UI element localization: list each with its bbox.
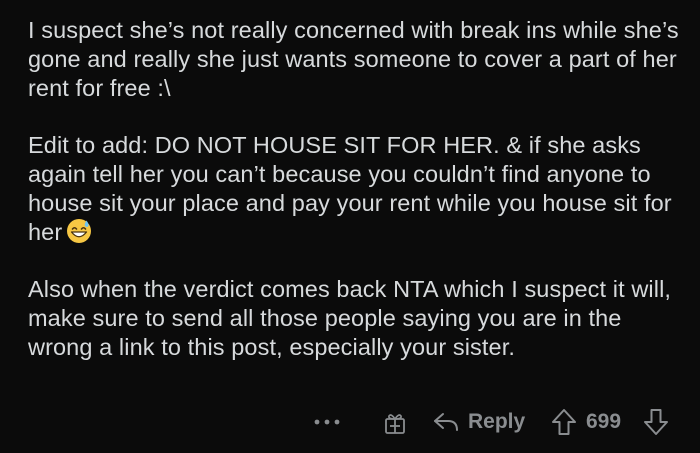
comment-text: Edit to add: DO NOT HOUSE SIT FOR HER. &… [28, 132, 672, 245]
comment-body: I suspect she’s not really concerned wit… [28, 16, 688, 362]
ellipsis-icon [314, 419, 340, 425]
reply-button[interactable]: Reply [432, 406, 525, 438]
comment-text: Also when the verdict comes back NTA whi… [28, 276, 672, 360]
reply-arrow-icon [434, 413, 458, 431]
comment-action-bar: Reply 699 [0, 402, 700, 442]
upvote-button[interactable] [548, 407, 580, 437]
more-options-button[interactable] [310, 410, 344, 434]
downvote-button[interactable] [640, 407, 672, 437]
grinning-sweat-emoji-icon [67, 219, 92, 243]
comment-text: I suspect she’s not really concerned wit… [28, 17, 679, 101]
gift-icon [385, 414, 405, 434]
downvote-arrow-icon [644, 409, 668, 435]
comment-paragraph: I suspect she’s not really concerned wit… [28, 16, 688, 103]
award-button[interactable] [380, 408, 410, 438]
comment-paragraph: Also when the verdict comes back NTA whi… [28, 275, 688, 362]
reply-label: Reply [468, 410, 526, 433]
vote-score: 699 [586, 410, 622, 433]
upvote-arrow-icon [552, 409, 576, 435]
comment-paragraph: Edit to add: DO NOT HOUSE SIT FOR HER. &… [28, 131, 688, 247]
